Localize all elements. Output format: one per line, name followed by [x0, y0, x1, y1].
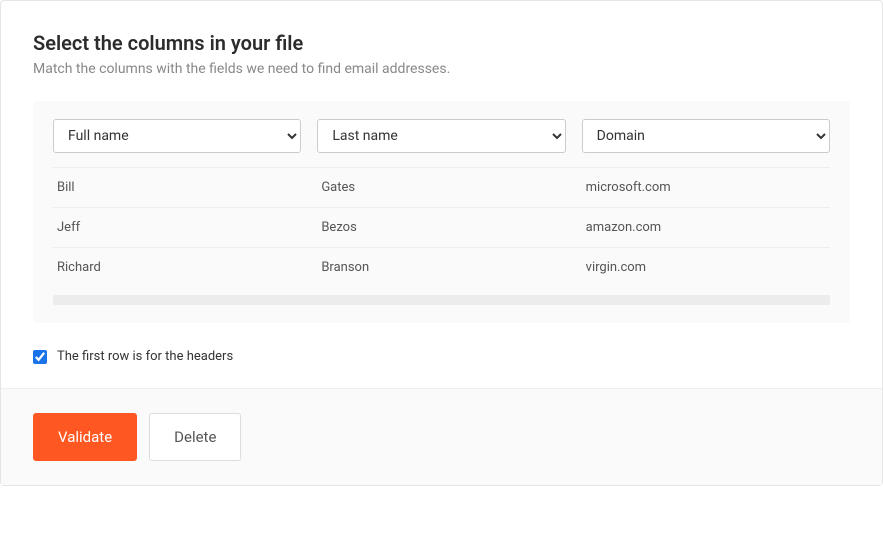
column-select-row: Full name Last name Domain	[53, 119, 830, 167]
cell-r0c1: Gates	[317, 180, 565, 195]
cell-r1c1: Bezos	[317, 220, 565, 235]
table-row: Jeff Bezos amazon.com	[53, 207, 830, 247]
first-row-header-label: The first row is for the headers	[57, 349, 233, 364]
cell-r0c2: microsoft.com	[582, 180, 830, 195]
cell-r0c0: Bill	[53, 180, 301, 195]
column-select-1[interactable]: Last name	[317, 119, 565, 153]
first-row-header-checkbox[interactable]	[33, 350, 47, 364]
column-select-2[interactable]: Domain	[582, 119, 830, 153]
table-row: Bill Gates microsoft.com	[53, 167, 830, 207]
page-title: Select the columns in your file	[33, 31, 850, 55]
cell-r1c0: Jeff	[53, 220, 301, 235]
horizontal-scrollbar[interactable]	[53, 295, 830, 305]
table-row: Richard Branson virgin.com	[53, 247, 830, 287]
cell-r2c0: Richard	[53, 260, 301, 275]
mapping-table: Full name Last name Domain Bill Gates mi…	[33, 101, 850, 323]
card-body: Select the columns in your file Match th…	[1, 1, 882, 388]
page-subtitle: Match the columns with the fields we nee…	[33, 61, 850, 77]
first-row-header-toggle[interactable]: The first row is for the headers	[33, 349, 850, 364]
column-mapping-card: Select the columns in your file Match th…	[0, 0, 883, 486]
card-footer: Validate Delete	[1, 388, 882, 485]
column-select-0[interactable]: Full name	[53, 119, 301, 153]
validate-button[interactable]: Validate	[33, 413, 137, 461]
delete-button[interactable]: Delete	[149, 413, 241, 461]
cell-r1c2: amazon.com	[582, 220, 830, 235]
cell-r2c2: virgin.com	[582, 260, 830, 275]
cell-r2c1: Branson	[317, 260, 565, 275]
